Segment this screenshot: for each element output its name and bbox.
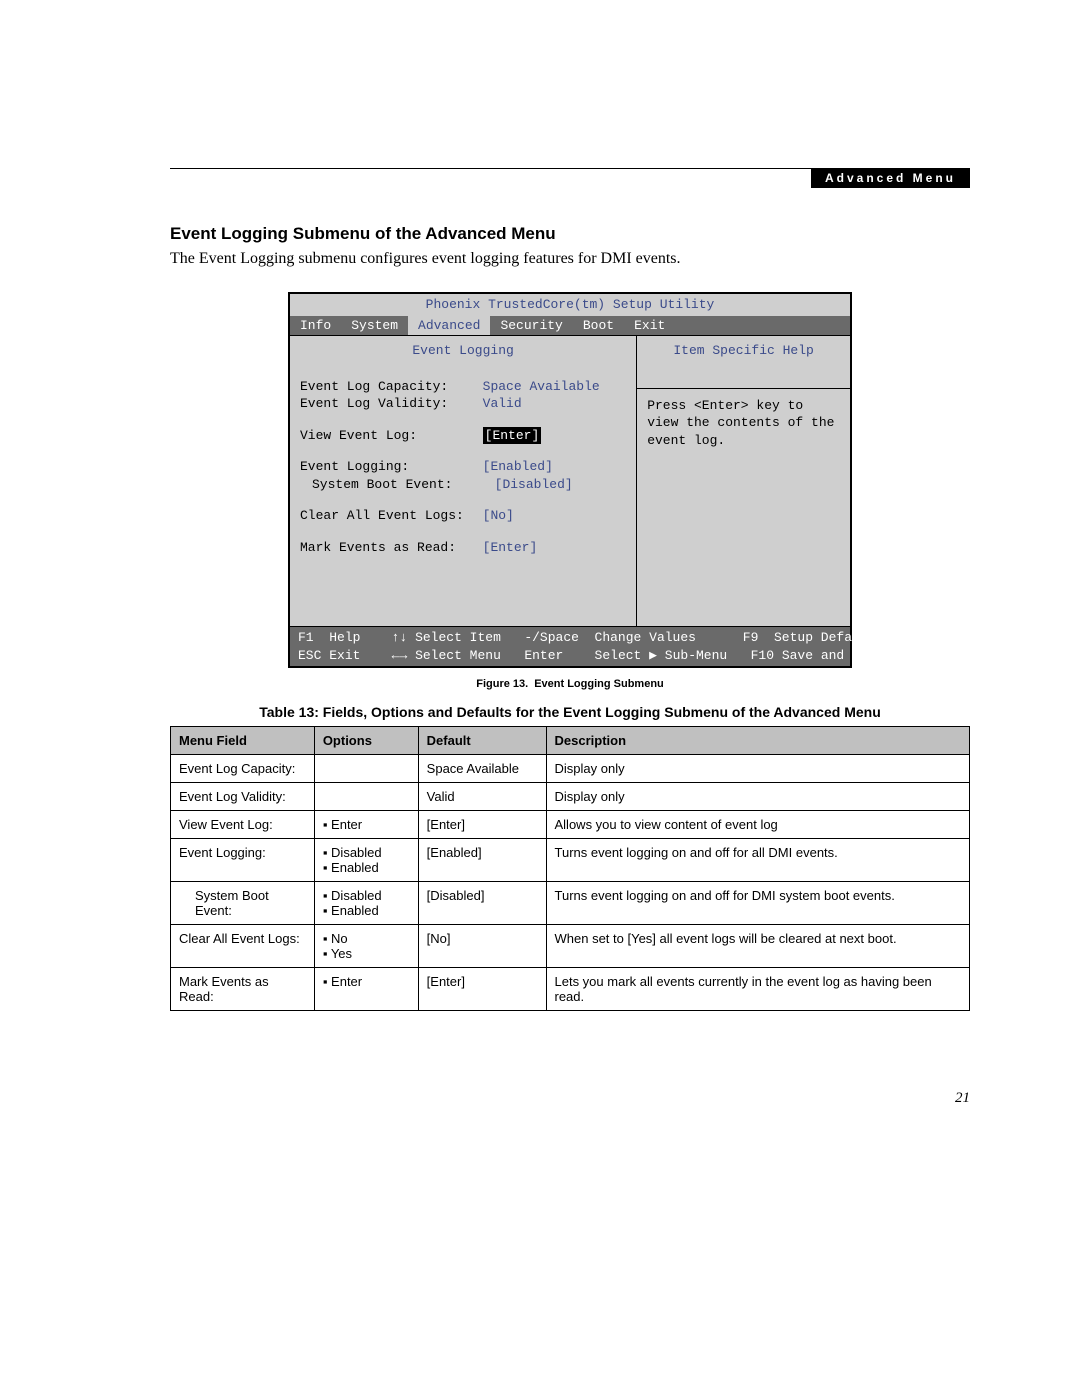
option-item: Enter (323, 817, 410, 832)
bios-menu-boot: Boot (573, 316, 624, 336)
bios-menu-info: Info (290, 316, 341, 336)
table-row: System Boot Event:DisabledEnabled[Disabl… (171, 882, 970, 925)
bios-field-label: System Boot Event: (300, 476, 495, 494)
table-cell-description: Allows you to view content of event log (546, 811, 970, 839)
table-cell-field: Clear All Event Logs: (171, 925, 315, 968)
table-cell-default: [Enabled] (418, 839, 546, 882)
page-number: 21 (955, 1090, 970, 1107)
key-label: Setup Defaults (774, 630, 883, 645)
option-item: Disabled (323, 888, 410, 903)
bios-left-title: Event Logging (300, 342, 626, 360)
table-cell-description: Lets you mark all events currently in th… (546, 968, 970, 1011)
table-cell-options (314, 783, 418, 811)
bios-field-value: [Enter] (483, 539, 538, 557)
key-label: Select Menu (415, 648, 501, 663)
table-row: Clear All Event Logs:NoYes[No]When set t… (171, 925, 970, 968)
key: ←→ (392, 648, 408, 663)
table-cell-field: Mark Events as Read: (171, 968, 315, 1011)
table-cell-default: [No] (418, 925, 546, 968)
table-cell-options (314, 755, 418, 783)
key-label: Exit (329, 648, 360, 663)
table-header: Options (314, 727, 418, 755)
bios-field-value: [No] (483, 507, 514, 525)
figure-text: Event Logging Submenu (534, 678, 664, 690)
bios-field-value-selected: [Enter] (483, 427, 542, 445)
bios-menu-exit: Exit (624, 316, 675, 336)
option-item: No (323, 931, 410, 946)
bios-field-value: Space Available (483, 378, 600, 396)
table-row: Event Log Capacity: Space AvailableDispla… (171, 755, 970, 783)
table-row: Mark Events as Read: Enter [Enter]Lets you… (171, 968, 970, 1011)
table-header: Description (546, 727, 970, 755)
bios-app-title: Phoenix TrustedCore(tm) Setup Utility (290, 294, 850, 316)
key: ↑↓ (392, 630, 408, 645)
table-cell-default: [Enter] (418, 968, 546, 1011)
table-cell-field: Event Log Capacity: (171, 755, 315, 783)
key: -/Space (524, 630, 579, 645)
header-tab: Advanced Menu (811, 168, 970, 188)
options-table: Menu Field Options Default Description E… (170, 726, 970, 1011)
table-cell-default: [Disabled] (418, 882, 546, 925)
table-row: Event Logging:DisabledEnabled[Enabled]Tu… (171, 839, 970, 882)
bios-field-value: [Disabled] (495, 476, 573, 494)
key: F9 (743, 630, 759, 645)
table-row: View Event Log: Enter [Enter]Allows you to… (171, 811, 970, 839)
bios-menu-system: System (341, 316, 408, 336)
bios-menu-security: Security (490, 316, 572, 336)
table-cell-description: Turns event logging on and off for all D… (546, 839, 970, 882)
figure-caption: Figure 13.Event Logging Submenu (170, 678, 970, 690)
bios-right-title: Item Specific Help (637, 336, 850, 389)
table-cell-options: Enter (314, 811, 418, 839)
table-cell-field: Event Log Validity: (171, 783, 315, 811)
table-header: Menu Field (171, 727, 315, 755)
option-item: Enter (323, 974, 410, 989)
table-cell-description: Turns event logging on and off for DMI s… (546, 882, 970, 925)
bios-menu-advanced: Advanced (408, 316, 490, 336)
key-label: Select ▶ Sub-Menu (595, 648, 728, 663)
key: ESC (298, 648, 321, 663)
table-cell-options: NoYes (314, 925, 418, 968)
bios-field-value: Valid (483, 395, 522, 413)
bios-help-text: Press <Enter> key to view the contents o… (647, 397, 840, 450)
option-item: Disabled (323, 845, 410, 860)
bios-field-value: [Enabled] (483, 458, 553, 476)
option-item: Enabled (323, 903, 410, 918)
bios-footer: F1 Help ↑↓ Select Item -/Space Change Va… (290, 627, 850, 666)
bios-screenshot: Phoenix TrustedCore(tm) Setup Utility In… (288, 292, 852, 668)
key-label: Change Values (595, 630, 696, 645)
table-cell-description: Display only (546, 783, 970, 811)
key-label: Select Item (415, 630, 501, 645)
table-title: Table 13: Fields, Options and Defaults f… (170, 704, 970, 720)
key: F10 (751, 648, 774, 663)
bios-field-label: Mark Events as Read: (300, 539, 483, 557)
bios-field-label: Event Log Capacity: (300, 378, 483, 396)
key-label: Help (329, 630, 360, 645)
table-cell-options: DisabledEnabled (314, 839, 418, 882)
key: F1 (298, 630, 314, 645)
option-item: Enabled (323, 860, 410, 875)
bios-field-label: Clear All Event Logs: (300, 507, 483, 525)
table-cell-description: Display only (546, 755, 970, 783)
table-cell-default: Space Available (418, 755, 546, 783)
table-cell-default: Valid (418, 783, 546, 811)
table-row: Event Log Validity: ValidDisplay only (171, 783, 970, 811)
table-cell-field: View Event Log: (171, 811, 315, 839)
bios-field-label: View Event Log: (300, 427, 483, 445)
bios-field-label: Event Log Validity: (300, 395, 483, 413)
table-cell-description: When set to [Yes] all event logs will be… (546, 925, 970, 968)
table-cell-field: System Boot Event: (171, 882, 315, 925)
table-cell-options: Enter (314, 968, 418, 1011)
table-cell-options: DisabledEnabled (314, 882, 418, 925)
table-cell-default: [Enter] (418, 811, 546, 839)
bios-menu-bar: Info System Advanced Security Boot Exit (290, 316, 850, 336)
section-title: Event Logging Submenu of the Advanced Me… (170, 224, 970, 244)
bios-field-label: Event Logging: (300, 458, 483, 476)
table-cell-field: Event Logging: (171, 839, 315, 882)
figure-number: Figure 13. (476, 678, 534, 690)
key: Enter (524, 648, 563, 663)
table-header: Default (418, 727, 546, 755)
option-item: Yes (323, 946, 410, 961)
section-intro: The Event Logging submenu configures eve… (170, 250, 970, 268)
key-label: Save and Exit (782, 648, 883, 663)
